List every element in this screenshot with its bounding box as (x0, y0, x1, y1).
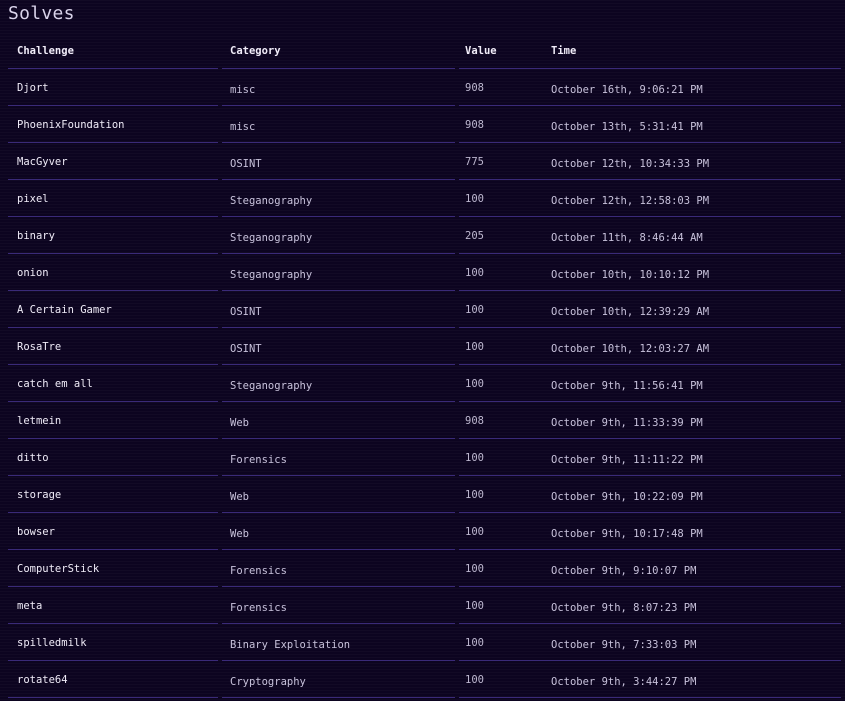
category-cell: Steganography (230, 194, 313, 207)
value-cell: 100 (465, 599, 484, 612)
time-cell: October 9th, 10:17:48 PM (551, 527, 703, 540)
value-cell: 100 (465, 266, 484, 279)
time-cell: October 9th, 8:07:23 PM (551, 601, 697, 614)
value-cell: 908 (465, 118, 484, 131)
challenge-cell[interactable]: rotate64 (17, 661, 222, 698)
table-row: letmein Web 908 October 9th, 11:33:39 PM (8, 402, 841, 439)
category-cell: OSINT (230, 342, 262, 355)
time-cell: October 10th, 12:39:29 AM (551, 305, 710, 318)
category-cell: Forensics (230, 601, 287, 614)
challenge-cell[interactable]: meta (17, 587, 222, 624)
value-cell: 908 (465, 414, 484, 427)
value-cell: 100 (465, 636, 484, 649)
table-row: ComputerStick Forensics 100 October 9th, 9:… (8, 550, 841, 587)
challenge-cell[interactable]: spilledmilk (17, 624, 222, 661)
page-title: Solves (8, 3, 75, 24)
challenge-cell[interactable]: Djort (17, 69, 222, 106)
table-row: storage Web 100 October 9th, 10:22:09 PM (8, 476, 841, 513)
solves-table: Challenge Category Value Time Djort misc 9… (8, 33, 841, 698)
value-cell: 100 (465, 192, 484, 205)
category-cell: Web (230, 416, 249, 429)
time-cell: October 16th, 9:06:21 PM (551, 83, 703, 96)
column-header-challenge[interactable]: Challenge (17, 33, 222, 69)
category-cell: Binary Exploitation (230, 638, 351, 651)
category-cell: misc (230, 83, 256, 96)
category-cell: Steganography (230, 231, 313, 244)
challenge-cell[interactable]: RosaTre (17, 328, 222, 365)
table-row: RosaTre OSINT 100 October 10th, 12:03:27 AM (8, 328, 841, 365)
table-row: spilledmilk Binary Exploitation 100 October… (8, 624, 841, 661)
challenge-cell[interactable]: PhoenixFoundation (17, 106, 222, 143)
solves-page: Solves Challenge Category Value Time Djo… (0, 0, 845, 701)
table-row: meta Forensics 100 October 9th, 8:07:23 PM (8, 587, 841, 624)
challenge-cell[interactable]: bowser (17, 513, 222, 550)
time-cell: October 9th, 10:22:09 PM (551, 490, 703, 503)
value-cell: 908 (465, 81, 484, 94)
challenge-cell[interactable]: onion (17, 254, 222, 291)
category-cell: Steganography (230, 268, 313, 281)
challenge-cell[interactable]: MacGyver (17, 143, 222, 180)
time-cell: October 9th, 7:33:03 PM (551, 638, 697, 651)
time-cell: October 13th, 5:31:41 PM (551, 120, 703, 133)
value-cell: 100 (465, 562, 484, 575)
value-cell: 100 (465, 377, 484, 390)
table-row: MacGyver OSINT 775 October 12th, 10:34:33 P… (8, 143, 841, 180)
table-row: binary Steganography 205 October 11th, 8:46… (8, 217, 841, 254)
category-cell: Cryptography (230, 675, 306, 688)
challenge-cell[interactable]: storage (17, 476, 222, 513)
value-cell: 100 (465, 488, 484, 501)
column-header-time[interactable]: Time (551, 33, 841, 69)
time-cell: October 10th, 12:03:27 AM (551, 342, 710, 355)
category-cell: Forensics (230, 453, 287, 466)
category-cell: Web (230, 527, 249, 540)
challenge-cell[interactable]: pixel (17, 180, 222, 217)
time-cell: October 11th, 8:46:44 AM (551, 231, 703, 244)
time-cell: October 9th, 11:33:39 PM (551, 416, 703, 429)
category-cell: OSINT (230, 305, 262, 318)
category-cell: Forensics (230, 564, 287, 577)
time-cell: October 10th, 10:10:12 PM (551, 268, 710, 281)
value-cell: 100 (465, 303, 484, 316)
row-separator (8, 697, 841, 698)
time-cell: October 9th, 3:44:27 PM (551, 675, 697, 688)
value-cell: 100 (465, 451, 484, 464)
challenge-cell[interactable]: ComputerStick (17, 550, 222, 587)
time-cell: October 9th, 11:11:22 PM (551, 453, 703, 466)
table-row: ditto Forensics 100 October 9th, 11:11:22 P… (8, 439, 841, 476)
table-row: bowser Web 100 October 9th, 10:17:48 PM (8, 513, 841, 550)
value-cell: 100 (465, 340, 484, 353)
category-cell: Web (230, 490, 249, 503)
challenge-cell[interactable]: catch em all (17, 365, 222, 402)
table-row: A Certain Gamer OSINT 100 October 10th, 12:… (8, 291, 841, 328)
table-row: rotate64 Cryptography 100 October 9th, 3:44… (8, 661, 841, 698)
time-cell: October 9th, 9:10:07 PM (551, 564, 697, 577)
category-cell: misc (230, 120, 256, 133)
table-row: catch em all Steganography 100 October 9th,… (8, 365, 841, 402)
value-cell: 100 (465, 673, 484, 686)
category-cell: OSINT (230, 157, 262, 170)
challenge-cell[interactable]: binary (17, 217, 222, 254)
table-body: Djort misc 908 October 16th, 9:06:21 PM Phoe… (8, 69, 841, 698)
time-cell: October 12th, 10:34:33 PM (551, 157, 710, 170)
table-header-row: Challenge Category Value Time (8, 33, 841, 69)
table-row: pixel Steganography 100 October 12th, 12:58… (8, 180, 841, 217)
value-cell: 205 (465, 229, 484, 242)
value-cell: 100 (465, 525, 484, 538)
value-cell: 775 (465, 155, 484, 168)
table-row: PhoenixFoundation misc 908 October 13th, 5:… (8, 106, 841, 143)
table-row: onion Steganography 100 October 10th, 10:10… (8, 254, 841, 291)
category-cell: Steganography (230, 379, 313, 392)
time-cell: October 12th, 12:58:03 PM (551, 194, 710, 207)
challenge-cell[interactable]: A Certain Gamer (17, 291, 222, 328)
column-header-value[interactable]: Value (465, 33, 545, 69)
challenge-cell[interactable]: letmein (17, 402, 222, 439)
challenge-cell[interactable]: ditto (17, 439, 222, 476)
time-cell: October 9th, 11:56:41 PM (551, 379, 703, 392)
table-row: Djort misc 908 October 16th, 9:06:21 PM (8, 69, 841, 106)
column-header-category[interactable]: Category (230, 33, 458, 69)
